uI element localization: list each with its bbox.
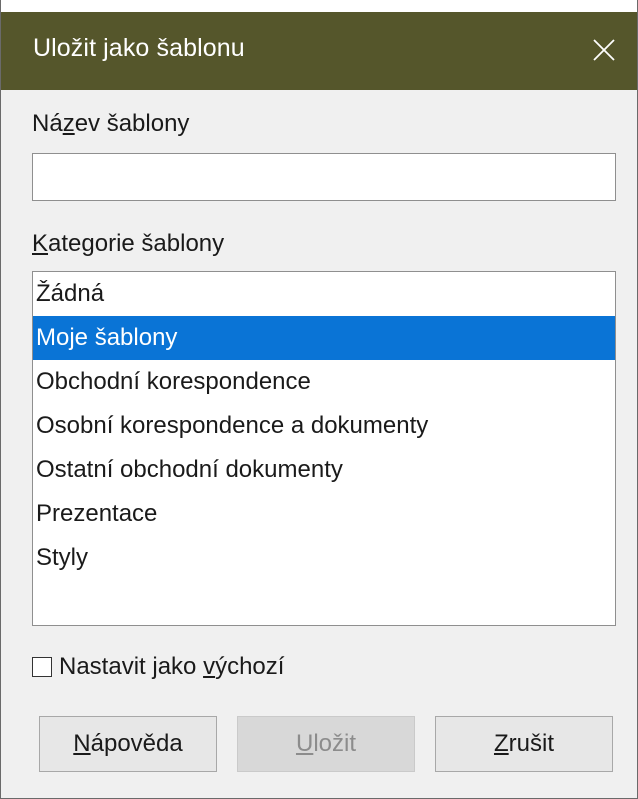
template-name-input[interactable] <box>32 153 616 201</box>
template-category-label-mnemonic: K <box>32 230 49 257</box>
help-button-mnemonic: N <box>73 730 91 757</box>
top-strip <box>1 0 637 12</box>
set-as-default-checkbox[interactable] <box>32 657 52 677</box>
save-button[interactable]: Uložit <box>237 716 415 772</box>
cancel-button-label: rušit <box>508 730 554 757</box>
title-bar[interactable]: Uložit jako šablonu <box>1 12 637 90</box>
template-name-label-post: ev šablony <box>74 110 190 137</box>
set-as-default-label[interactable]: Nastavit jako výchozí <box>59 653 284 681</box>
template-category-label-post: ategorie šablony <box>48 230 225 257</box>
help-button-label: ápověda <box>90 730 183 757</box>
list-item-other-business-documents[interactable]: Ostatní obchodní dokumenty <box>33 448 615 492</box>
list-item-none[interactable]: Žádná <box>33 272 615 316</box>
set-as-default-row[interactable]: Nastavit jako výchozí <box>32 650 284 684</box>
set-as-default-label-mnemonic: v <box>203 653 216 680</box>
list-item-styles[interactable]: Styly <box>33 536 615 580</box>
save-button-label: ložit <box>313 730 357 757</box>
dialog-title: Uložit jako šablonu <box>33 34 245 62</box>
template-category-list[interactable]: Žádná Moje šablony Obchodní korespondenc… <box>32 271 616 626</box>
save-as-template-dialog: Uložit jako šablonu Název šablony Katego… <box>0 0 638 799</box>
template-name-label-pre: Ná <box>32 110 63 137</box>
template-category-label: Kategorie šablony <box>32 230 224 258</box>
template-name-label-mnemonic: z <box>62 110 75 137</box>
cancel-button[interactable]: Zrušit <box>435 716 613 772</box>
list-item-presentations[interactable]: Prezentace <box>33 492 615 536</box>
template-name-label: Název šablony <box>32 110 189 138</box>
list-item-personal-correspondence[interactable]: Osobní korespondence a dokumenty <box>33 404 615 448</box>
save-button-mnemonic: U <box>295 730 314 757</box>
cancel-button-mnemonic: Z <box>493 730 509 757</box>
set-as-default-label-pre: Nastavit jako <box>59 653 204 680</box>
close-button[interactable] <box>569 12 637 90</box>
close-icon <box>593 39 615 61</box>
help-button[interactable]: Nápověda <box>39 716 217 772</box>
list-item-my-templates[interactable]: Moje šablony <box>33 316 615 360</box>
set-as-default-label-post: ýchozí <box>215 653 285 680</box>
list-item-business-correspondence[interactable]: Obchodní korespondence <box>33 360 615 404</box>
